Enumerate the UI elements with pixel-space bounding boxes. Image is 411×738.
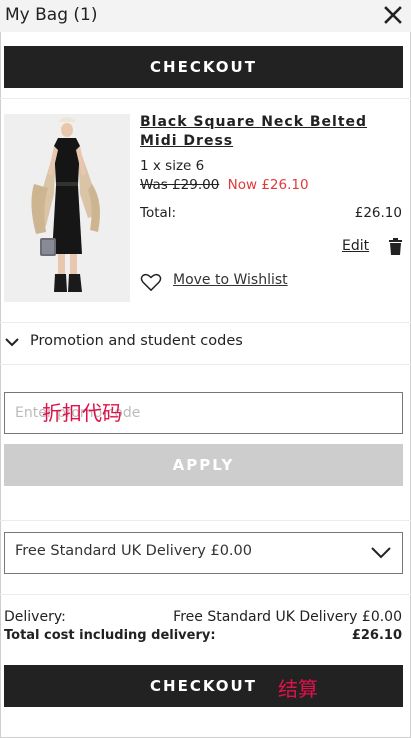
summary-delivery-value: Free Standard UK Delivery £0.00 [173, 609, 402, 625]
delivery-select[interactable]: Free Standard UK Delivery £0.00 [4, 532, 403, 574]
promo-code-input[interactable] [4, 392, 403, 434]
item-quantity-size: 1 x size 6 [140, 158, 205, 174]
heart-icon[interactable] [140, 272, 162, 292]
bag-header: My Bag (1) [0, 0, 411, 32]
summary-total-value: £26.10 [351, 628, 402, 643]
item-total-value: £26.10 [354, 205, 402, 221]
now-price: Now £26.10 [227, 177, 309, 193]
chevron-down-icon [371, 547, 391, 559]
trash-icon[interactable] [388, 238, 403, 255]
bag-title: My Bag (1) [5, 5, 98, 25]
edit-link[interactable]: Edit [342, 238, 369, 254]
promo-toggle-label: Promotion and student codes [30, 333, 243, 349]
divider [0, 322, 411, 323]
item-total-label: Total: [140, 205, 177, 221]
delivery-selected-option: Free Standard UK Delivery £0.00 [15, 543, 252, 559]
close-icon[interactable] [383, 5, 403, 25]
promo-codes-toggle[interactable]: Promotion and student codes [4, 333, 304, 353]
item-prices: Was £29.00 Now £26.10 [140, 177, 309, 193]
divider [0, 594, 411, 595]
product-image[interactable] [4, 114, 130, 302]
summary-total-label: Total cost including delivery: [4, 628, 216, 643]
product-name-link[interactable]: Black Square Neck Belted Midi Dress [140, 113, 380, 151]
move-to-wishlist-link[interactable]: Move to Wishlist [173, 272, 288, 288]
apply-button[interactable]: APPLY [4, 444, 403, 486]
divider [0, 520, 411, 521]
checkout-button-bottom[interactable]: CHECKOUT [4, 665, 403, 707]
summary-delivery-label: Delivery: [4, 609, 66, 625]
chevron-down-icon [5, 338, 19, 347]
was-price: Was £29.00 [140, 177, 220, 193]
checkout-button-top[interactable]: CHECKOUT [4, 46, 403, 88]
divider [0, 98, 411, 99]
product-photo [4, 114, 130, 302]
divider [0, 364, 411, 365]
